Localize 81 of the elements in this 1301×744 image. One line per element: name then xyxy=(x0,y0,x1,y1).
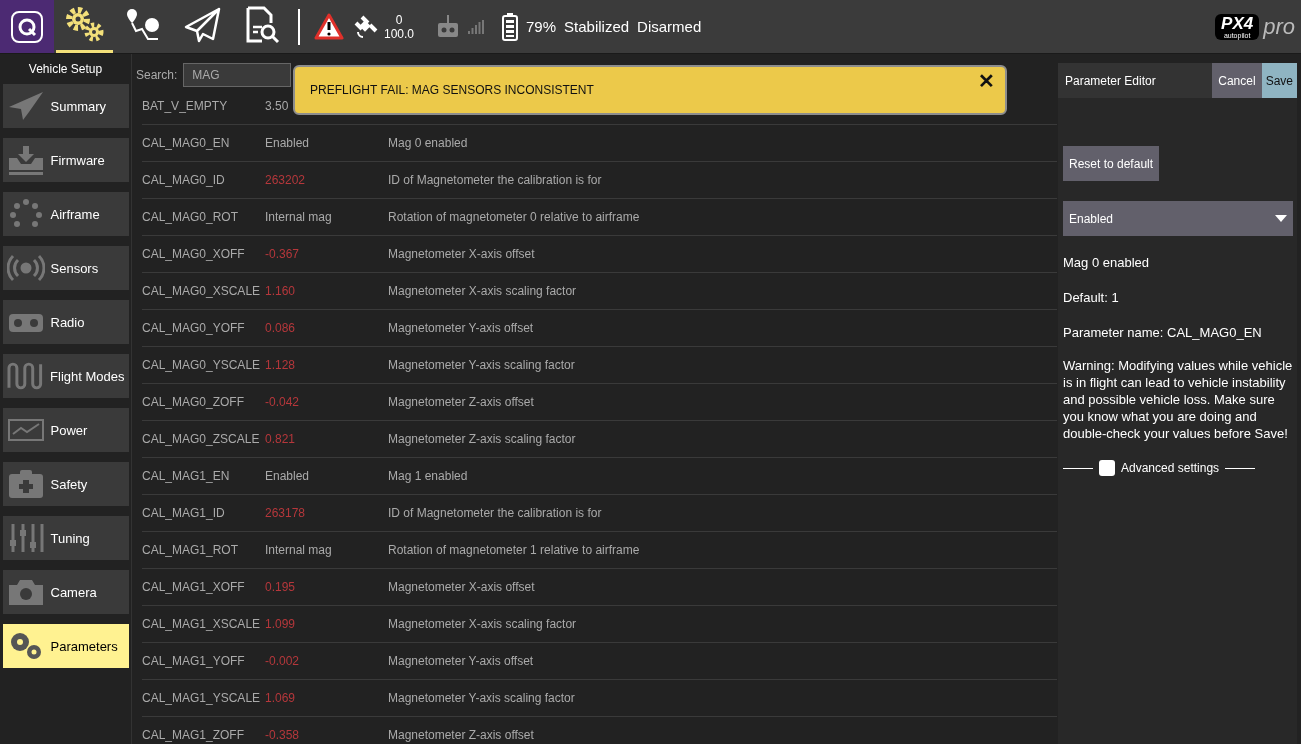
sidebar-item[interactable]: Firmware xyxy=(2,138,129,182)
parameter-name[interactable]: CAL_MAG1_YSCALE xyxy=(142,691,265,705)
parameter-description[interactable]: Rotation of magnetometer 1 relative to airframe xyxy=(388,543,1057,557)
editor-title: Parameter Editor xyxy=(1064,72,1157,90)
search-field[interactable]: MAG xyxy=(183,63,292,87)
app-logo-icon[interactable] xyxy=(0,0,54,53)
parameter-name[interactable]: CAL_MAG0_XSCALE xyxy=(142,284,265,298)
parameter-name[interactable]: CAL_MAG1_ID xyxy=(142,506,265,520)
value-dropdown[interactable]: Enabled xyxy=(1063,201,1293,236)
flight-mode[interactable]: Stabilized xyxy=(564,18,630,35)
parameter-name[interactable]: CAL_MAG0_XOFF xyxy=(142,247,265,261)
sidebar-item[interactable]: Parameters xyxy=(2,624,129,668)
parameter-name[interactable]: CAL_MAG1_EN xyxy=(142,469,265,483)
warning-text: Warning: Modifying values while vehicle is in flight can lead to vehicle instability and possible vehicle loss. Make sure you know what you are doing and double-check your values before Save! xyxy=(1063,357,1293,442)
sidebar-item[interactable]: Camera xyxy=(2,570,129,614)
parameter-value[interactable]: Enabled xyxy=(265,469,388,483)
parameter-value[interactable]: Enabled xyxy=(265,136,388,150)
parameter-description[interactable]: Magnetometer X-axis scaling factor xyxy=(388,284,1057,298)
parameter-description[interactable]: Magnetometer X-axis scaling factor xyxy=(388,617,1057,631)
caret-icon xyxy=(1275,215,1287,222)
parameter-description[interactable]: Magnetometer Y-axis scaling factor xyxy=(388,358,1057,372)
hdop-value: 100.0 xyxy=(384,26,415,41)
first-aid-kit-icon xyxy=(6,468,45,500)
rc-transmitter-icon[interactable] xyxy=(436,14,461,39)
cancel-button[interactable]: Cancel xyxy=(1212,63,1262,98)
parameter-name[interactable]: CAL_MAG0_ID xyxy=(142,173,265,187)
parameter-description[interactable]: Magnetometer Z-axis scaling factor xyxy=(388,432,1057,446)
parameter-description[interactable]: Magnetometer Y-axis offset xyxy=(388,321,1057,335)
parameter-name[interactable]: CAL_MAG0_EN xyxy=(142,136,265,150)
battery-percentage: 79% xyxy=(526,18,557,35)
sidebar-item[interactable]: Power xyxy=(2,408,129,452)
download-icon xyxy=(6,144,45,176)
parameter-description[interactable]: Magnetometer X-axis offset xyxy=(388,247,1057,261)
warning-icon[interactable] xyxy=(314,13,344,40)
parameter-name[interactable]: CAL_MAG1_XSCALE xyxy=(142,617,265,631)
parameter-description[interactable]: Magnetometer Z-axis offset xyxy=(388,728,1057,742)
parameter-value[interactable]: Internal mag xyxy=(265,210,388,224)
sidebar-title: Vehicle Setup xyxy=(28,62,103,76)
sidebar-item[interactable]: Tuning xyxy=(2,516,129,560)
close-button[interactable]: ✕ xyxy=(974,69,999,93)
parameter-name[interactable]: CAL_MAG0_YOFF xyxy=(142,321,265,335)
parameter-name[interactable]: CAL_MAG0_YSCALE xyxy=(142,358,265,372)
sidebar-item[interactable]: Summary xyxy=(2,84,129,128)
sidebar-item[interactable]: Safety xyxy=(2,462,129,506)
parameter-description[interactable]: Magnetometer Y-axis scaling factor xyxy=(388,691,1057,705)
sidebar-item[interactable]: Flight Modes xyxy=(2,354,129,398)
parameter-name[interactable]: CAL_MAG1_ROT xyxy=(142,543,265,557)
alert-message: PREFLIGHT FAIL: MAG SENSORS INCONSISTENT xyxy=(310,83,594,97)
parameter-name[interactable]: CAL_MAG0_ZOFF xyxy=(142,395,265,409)
advanced-checkbox[interactable] xyxy=(1099,460,1115,476)
wave-icon xyxy=(6,360,45,392)
search-label: Search: xyxy=(136,68,178,82)
parameter-description[interactable]: Rotation of magnetometer 0 relative to airframe xyxy=(388,210,1057,224)
parameter-name[interactable]: CAL_MAG0_ZSCALE xyxy=(142,432,265,446)
signal-bars-icon xyxy=(468,19,485,34)
sidebar-item[interactable]: Radio xyxy=(2,300,129,344)
reset-button[interactable]: Reset to default xyxy=(1063,146,1160,181)
save-button[interactable]: Save xyxy=(1261,63,1297,98)
radio-waves-icon xyxy=(6,252,45,284)
parameter-description[interactable]: Magnetometer Y-axis offset xyxy=(388,654,1057,668)
parameter-name[interactable]: BAT_V_EMPTY xyxy=(142,99,265,113)
sidebar-item[interactable]: Sensors xyxy=(2,246,129,290)
parameter-description[interactable]: ID of Magnetometer the calibration is for xyxy=(388,506,1057,520)
satellite-count: 0 xyxy=(395,12,403,27)
parameter-name[interactable]: CAL_MAG1_XOFF xyxy=(142,580,265,594)
parameter-name: Parameter name: CAL_MAG0_EN xyxy=(1063,324,1263,341)
parameter-description: Mag 0 enabled xyxy=(1063,254,1150,271)
parameter-name[interactable]: CAL_MAG0_ROT xyxy=(142,210,265,224)
parameter-description[interactable]: Magnetometer Z-axis offset xyxy=(388,395,1057,409)
default-value: Default: 1 xyxy=(1063,289,1120,306)
parameter-name[interactable]: CAL_MAG1_YOFF xyxy=(142,654,265,668)
sidebar-item[interactable]: Airframe xyxy=(2,192,129,236)
arm-state[interactable]: Disarmed xyxy=(637,18,702,35)
parameter-value[interactable]: Internal mag xyxy=(265,543,388,557)
parameter-description[interactable]: ID of Magnetometer the calibration is for xyxy=(388,173,1057,187)
advanced-settings-label[interactable]: Advanced settings xyxy=(1121,461,1220,475)
battery-icon[interactable] xyxy=(502,12,519,41)
parameter-description[interactable]: Mag 0 enabled xyxy=(388,136,1057,150)
parameter-name[interactable]: CAL_MAG1_ZOFF xyxy=(142,728,265,742)
parameter-description[interactable]: Magnetometer X-axis offset xyxy=(388,580,1057,594)
parameter-description[interactable]: Mag 1 enabled xyxy=(388,469,1057,483)
